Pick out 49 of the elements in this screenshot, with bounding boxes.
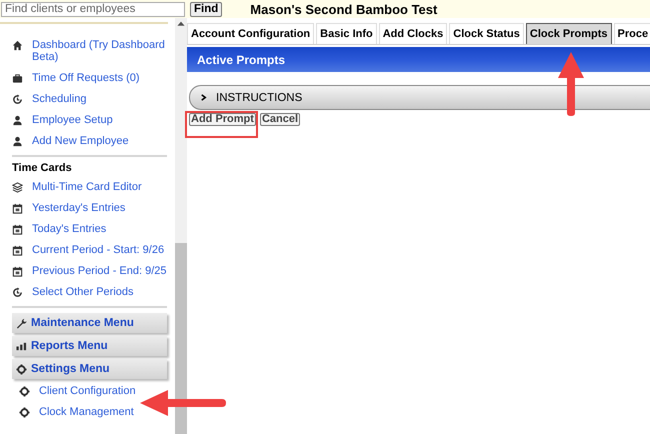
sidebar-link[interactable]: Add New Employee	[12, 132, 175, 153]
gear-icon	[19, 407, 30, 418]
sidebar-link[interactable]: Employee Setup	[12, 111, 175, 132]
sidebar-link[interactable]: Today's Entries	[12, 220, 175, 241]
menu-button[interactable]: Reports Menu	[12, 336, 167, 356]
calendar-icon	[12, 203, 23, 214]
calendar-icon	[12, 266, 23, 277]
scrollbar[interactable]	[175, 18, 187, 434]
sidebar-link[interactable]: Clock Management	[12, 403, 175, 424]
clock-icon	[12, 287, 23, 298]
sidebar-link[interactable]: Select Other Periods	[12, 283, 175, 304]
form-button[interactable]: Cancel	[260, 113, 300, 126]
search-field[interactable]: Find clients or employees	[1, 2, 185, 16]
wrench-icon	[16, 318, 27, 328]
sidebar-link[interactable]: Current Period - Start: 9/26	[12, 241, 175, 262]
tab[interactable]: Account Configuration	[187, 23, 314, 44]
sidebar-link[interactable]: Yesterday's Entries	[12, 199, 175, 220]
clock-icon	[12, 94, 23, 105]
chevron-icon	[200, 94, 206, 101]
sidebar-link[interactable]: Scheduling	[12, 90, 175, 111]
panel-header: Active Prompts	[187, 47, 650, 72]
arrow-drawing	[556, 50, 586, 118]
sidebar-link[interactable]: Dashboard (Try Dashboard Beta)	[12, 36, 175, 69]
sidebar-link[interactable]: Client Configuration	[12, 382, 175, 403]
home-icon	[12, 40, 23, 51]
menu-button[interactable]: Maintenance Menu	[12, 313, 167, 333]
person-icon	[12, 136, 23, 147]
find-button[interactable]: Find	[190, 2, 222, 16]
bars-icon	[16, 340, 27, 352]
tab[interactable]: Basic Info	[316, 23, 377, 44]
gear-icon	[16, 364, 27, 374]
calendar-icon	[12, 245, 23, 256]
section-heading: Time Cards	[12, 162, 73, 176]
calendar-icon	[12, 224, 23, 235]
sidebar-link[interactable]: Time Off Requests (0)	[12, 69, 175, 90]
form-button[interactable]: Add Prompt	[189, 113, 256, 126]
instructions-toggle[interactable]: INSTRUCTIONS	[189, 85, 650, 110]
tab[interactable]: Clock Prompts	[526, 23, 612, 44]
sidebar-link[interactable]: Multi-Time Card Editor	[12, 178, 175, 199]
person-icon	[12, 115, 23, 126]
briefcase-icon	[12, 73, 23, 84]
tab[interactable]: Proce	[614, 23, 650, 44]
tab[interactable]: Add Clocks	[378, 23, 448, 44]
gear-icon	[19, 386, 30, 397]
menu-button[interactable]: Settings Menu	[12, 359, 167, 379]
client-title: Mason's Second Bamboo Test	[250, 2, 438, 16]
layers-icon	[12, 182, 23, 193]
tab[interactable]: Clock Status	[449, 23, 524, 44]
sidebar-link[interactable]: Previous Period - End: 9/25	[12, 262, 175, 283]
